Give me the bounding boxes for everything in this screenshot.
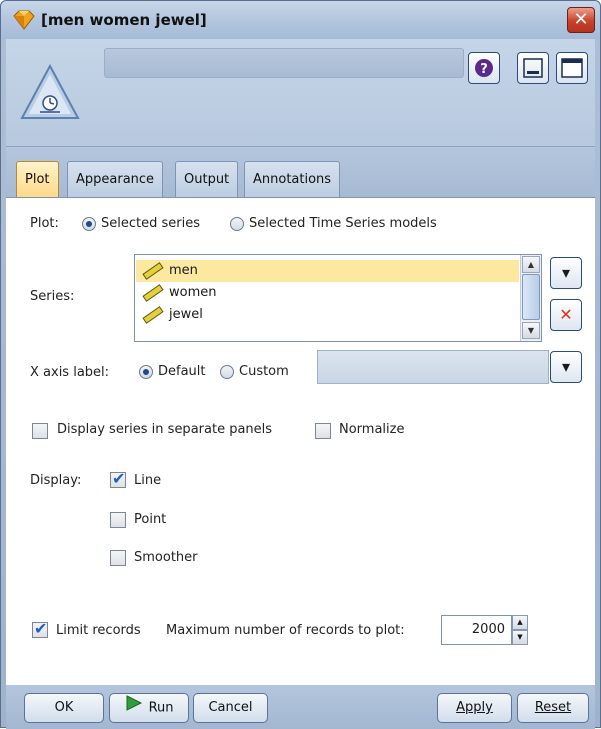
minimize-icon [523, 58, 543, 78]
x-axis-custom-input[interactable] [317, 350, 549, 384]
tab-plot[interactable]: Plot [16, 161, 59, 197]
checkmark-icon: ✔ [112, 469, 126, 488]
max-records-input[interactable]: 2000 [441, 615, 512, 645]
selected-series-radio[interactable] [82, 217, 96, 231]
run-button[interactable]: Run [109, 693, 189, 723]
play-icon [124, 694, 144, 722]
scroll-up-button[interactable]: ▲ [522, 256, 540, 273]
help-button[interactable]: ? [468, 52, 500, 84]
close-button[interactable]: ✕ [567, 7, 595, 33]
selected-series-label: Selected series [101, 216, 200, 231]
smoother-label: Smoother [134, 550, 198, 565]
dialog-window: [men women jewel] ✕ ? Plot Appearance Ou… [0, 0, 601, 729]
maximize-button[interactable] [556, 52, 588, 84]
tab-appearance[interactable]: Appearance [67, 161, 164, 197]
apply-button[interactable]: Apply [437, 693, 512, 723]
ruler-icon [142, 306, 164, 332]
chevron-up-icon: ▲ [517, 618, 523, 626]
scroll-thumb[interactable] [522, 274, 540, 320]
x-axis-label: X axis label: [30, 365, 110, 380]
title-bar[interactable]: [men women jewel] ✕ [1, 1, 600, 39]
time-plot-node-icon [20, 63, 80, 124]
x-axis-custom-label: Custom [239, 364, 289, 379]
chevron-down-icon: ▼ [527, 326, 535, 335]
selected-models-radio[interactable] [230, 217, 244, 231]
series-item-label: jewel [169, 307, 203, 322]
svg-text:?: ? [480, 62, 488, 77]
series-delete-button[interactable]: ✕ [550, 299, 582, 331]
separate-panels-label: Display series in separate panels [57, 422, 273, 437]
node-name-field[interactable] [104, 48, 464, 78]
limit-records-checkbox[interactable]: ✔ [32, 619, 48, 638]
series-list[interactable]: men women jewel ▲ ▼ [134, 254, 542, 342]
series-item-label: men [169, 263, 198, 278]
scroll-down-button[interactable]: ▼ [522, 322, 540, 339]
close-icon: ✕ [573, 9, 589, 30]
window-title: [men women jewel] [41, 11, 207, 29]
series-scrollbar[interactable]: ▲ ▼ [520, 255, 541, 341]
list-item[interactable]: women [136, 282, 519, 304]
series-item-label: women [169, 285, 217, 300]
tab-strip: Plot Appearance Output Annotations [6, 147, 595, 197]
line-checkbox[interactable]: ✔ [110, 469, 126, 488]
x-axis-field-picker-button[interactable]: ▾ [550, 351, 582, 383]
maximize-icon [561, 58, 583, 78]
help-icon: ? [475, 59, 493, 77]
minimize-button[interactable] [517, 52, 549, 84]
spin-up-button[interactable]: ▲ [512, 615, 528, 630]
plot-label: Plot: [30, 216, 59, 231]
delete-x-icon: ✕ [559, 305, 573, 324]
series-field-picker-button[interactable]: ▾ [550, 257, 582, 289]
point-checkbox[interactable] [110, 512, 126, 528]
list-item[interactable]: jewel [136, 304, 519, 326]
x-axis-default-label: Default [158, 364, 206, 379]
line-label: Line [134, 473, 162, 488]
normalize-checkbox[interactable] [315, 423, 331, 439]
selected-models-label: Selected Time Series models [249, 216, 437, 231]
list-item[interactable]: men [136, 260, 519, 282]
x-axis-default-radio[interactable] [139, 365, 153, 379]
field-picker-icon: ▾ [561, 263, 571, 282]
point-label: Point [134, 512, 167, 527]
max-records-spinner[interactable]: ▲ ▼ [512, 615, 528, 645]
normalize-label: Normalize [339, 422, 405, 437]
chevron-up-icon: ▲ [527, 260, 535, 269]
smoother-checkbox[interactable] [110, 550, 126, 566]
ok-button[interactable]: OK [24, 693, 104, 723]
separate-panels-checkbox[interactable] [32, 423, 48, 439]
node-diamond-icon [13, 10, 35, 34]
footer-bar: OK Run Cancel Apply Reset [6, 685, 595, 729]
tab-output[interactable]: Output [175, 161, 239, 197]
chevron-down-icon: ▼ [517, 633, 523, 641]
tab-annotations[interactable]: Annotations [244, 161, 341, 197]
limit-records-label: Limit records [56, 623, 141, 638]
cancel-button[interactable]: Cancel [193, 693, 268, 723]
spin-down-button[interactable]: ▼ [512, 630, 528, 645]
reset-button[interactable]: Reset [517, 693, 589, 723]
header-panel: ? [6, 39, 595, 147]
display-label: Display: [30, 473, 82, 488]
series-label: Series: [30, 289, 75, 304]
x-axis-custom-radio[interactable] [220, 365, 234, 379]
max-records-label: Maximum number of records to plot: [166, 623, 405, 638]
run-label: Run [148, 700, 174, 716]
checkmark-icon: ✔ [34, 619, 48, 638]
field-picker-icon: ▾ [561, 357, 571, 376]
